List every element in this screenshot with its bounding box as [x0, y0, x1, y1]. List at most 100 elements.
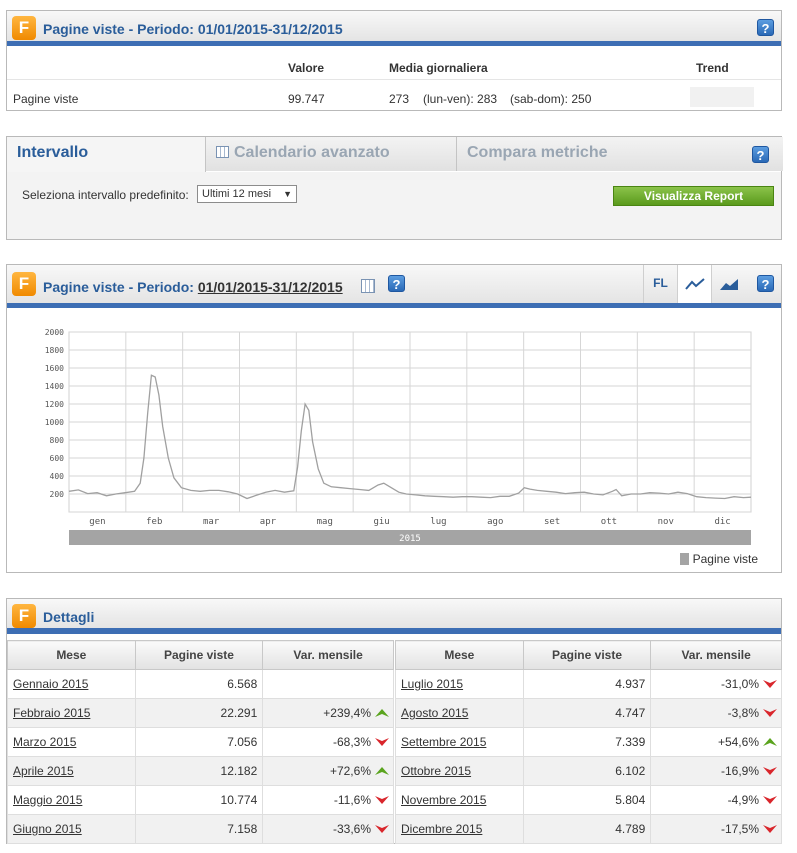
row-lun-ven: (lun-ven): 283 [423, 92, 498, 106]
col-header-mese[interactable]: Mese [7, 640, 136, 670]
pagine-viste-cell: 12.182 [134, 756, 264, 786]
month-cell: Dicembre 2015 [395, 814, 524, 844]
legend-label: Pagine viste [692, 552, 758, 566]
col-header-mese[interactable]: Mese [395, 640, 524, 670]
interval-select-value: Ultimi 12 mesi [202, 188, 272, 200]
pagine-viste-cell: 5.804 [522, 785, 652, 815]
x-tick-label: dic [714, 517, 730, 527]
month-cell: Agosto 2015 [395, 698, 524, 728]
var-mensile-cell: -17,5% [650, 814, 782, 844]
help-icon[interactable]: ? [752, 146, 769, 163]
var-value: -33,6% [332, 822, 371, 836]
month-link[interactable]: Ottobre 2015 [401, 764, 471, 778]
month-link[interactable]: Luglio 2015 [401, 677, 463, 691]
col-header-pagine-viste[interactable]: Pagine viste [134, 640, 264, 670]
table-row: Marzo 2015 7.056 -68,3% [7, 727, 394, 757]
chart-title-prefix: Pagine viste - Periodo: [43, 279, 198, 295]
var-value: -68,3% [332, 735, 371, 749]
details-panel: F Dettagli Mese Pagine viste Var. mensil… [6, 598, 782, 844]
tab-intervallo[interactable]: Intervallo [7, 137, 206, 172]
y-tick-label: 1000 [45, 418, 64, 427]
tab-compara-metriche[interactable]: Compara metriche [457, 137, 783, 171]
month-link[interactable]: Giugno 2015 [13, 822, 82, 836]
chart-period-link[interactable]: 01/01/2015-31/12/2015 [198, 279, 343, 295]
pagine-viste-cell: 7.158 [134, 814, 264, 844]
trend-sparkline [690, 87, 754, 107]
pagine-viste-cell: 22.291 [134, 698, 264, 728]
y-tick-label: 2000 [45, 328, 64, 337]
month-cell: Aprile 2015 [7, 756, 136, 786]
y-tick-label: 600 [50, 454, 65, 463]
y-tick-label: 400 [50, 472, 65, 481]
visualizza-report-button[interactable]: Visualizza Report [613, 186, 774, 206]
var-mensile-cell: +239,4% [262, 698, 394, 728]
row-sab-dom: (sab-dom): 250 [510, 92, 592, 106]
month-link[interactable]: Agosto 2015 [401, 706, 468, 720]
table-row: Novembre 2015 5.804 -4,9% [395, 785, 782, 815]
app-logo-icon: F [12, 16, 36, 40]
y-tick-label: 1200 [45, 400, 64, 409]
month-link[interactable]: Aprile 2015 [13, 764, 74, 778]
month-link[interactable]: Settembre 2015 [401, 735, 486, 749]
month-cell: Novembre 2015 [395, 785, 524, 815]
arrow-down-icon [763, 796, 777, 804]
header-valore: Valore [288, 61, 325, 75]
arrow-down-icon [375, 738, 389, 746]
tab-calendario-avanzato[interactable]: Calendario avanzato [206, 137, 457, 171]
chart-panel: F Pagine viste - Periodo: 01/01/2015-31/… [6, 264, 782, 573]
pagine-viste-cell: 6.568 [134, 669, 264, 699]
col-header-var-mensile[interactable]: Var. mensile [262, 640, 394, 670]
var-mensile-cell: +72,6% [262, 756, 394, 786]
arrow-down-icon [375, 825, 389, 833]
pagine-viste-cell: 4.747 [522, 698, 652, 728]
area-chart-icon [719, 278, 738, 290]
line-chart-icon [684, 278, 705, 290]
pagine-viste-cell: 7.339 [522, 727, 652, 757]
fl-toggle-button[interactable]: FL [643, 265, 677, 303]
month-link[interactable]: Gennaio 2015 [13, 677, 88, 691]
var-mensile-cell: -68,3% [262, 727, 394, 757]
var-value: -17,5% [720, 822, 759, 836]
row-label: Pagine viste [13, 92, 79, 106]
table-row: Febbraio 2015 22.291 +239,4% [7, 698, 394, 728]
interval-select[interactable]: Ultimi 12 mesi ▼ [197, 185, 297, 203]
month-cell: Febbraio 2015 [7, 698, 136, 728]
x-tick-label: mar [203, 517, 220, 527]
month-link[interactable]: Dicembre 2015 [401, 822, 482, 836]
pagine-viste-cell: 10.774 [134, 785, 264, 815]
help-icon[interactable]: ? [757, 275, 774, 292]
month-cell: Luglio 2015 [395, 669, 524, 699]
arrow-up-icon [763, 738, 777, 746]
month-link[interactable]: Febbraio 2015 [13, 706, 90, 720]
var-value: +54,6% [717, 735, 759, 749]
line-chart-button[interactable] [677, 265, 711, 303]
help-icon[interactable]: ? [757, 19, 774, 36]
var-value: -11,6% [333, 793, 371, 807]
table-row: Luglio 2015 4.937 -31,0% [395, 669, 782, 699]
var-mensile-cell: -11,6% [262, 785, 394, 815]
arrow-up-icon [375, 767, 389, 775]
var-value: +239,4% [323, 706, 371, 720]
month-link[interactable]: Novembre 2015 [401, 793, 486, 807]
x-tick-label: ago [487, 517, 503, 527]
arrow-down-icon [375, 796, 389, 804]
x-tick-label: lug [430, 517, 446, 527]
calendar-icon[interactable] [361, 279, 375, 293]
area-chart-button[interactable] [711, 265, 745, 303]
month-link[interactable]: Marzo 2015 [13, 735, 76, 749]
header-media-giornaliera: Media giornaliera [389, 61, 488, 75]
arrow-down-icon [763, 680, 777, 688]
x-tick-label: apr [260, 517, 277, 527]
help-icon[interactable]: ? [388, 275, 405, 292]
month-link[interactable]: Maggio 2015 [13, 793, 82, 807]
details-title: Dettagli [43, 609, 95, 625]
col-header-pagine-viste[interactable]: Pagine viste [522, 640, 652, 670]
var-mensile-cell: +54,6% [650, 727, 782, 757]
col-header-var-mensile[interactable]: Var. mensile [650, 640, 782, 670]
pagine-viste-cell: 7.056 [134, 727, 264, 757]
tab-calendario-label: Calendario avanzato [234, 144, 390, 161]
month-cell: Giugno 2015 [7, 814, 136, 844]
app-logo-icon: F [12, 604, 36, 628]
var-value: -4,9% [727, 793, 759, 807]
month-cell: Marzo 2015 [7, 727, 136, 757]
